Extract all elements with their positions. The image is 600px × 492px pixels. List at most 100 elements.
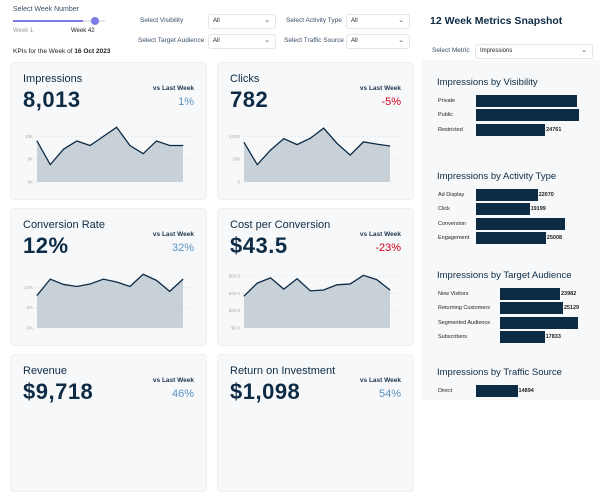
y-tick-label: $60.0 (229, 274, 241, 279)
kpi-vs-label: vs Last Week (359, 377, 401, 384)
kpi-week-text: KPIs for the Week of 16 Oct 2023 (13, 48, 111, 55)
snapshot-panel: Impressions by Visibility Private Public Re… (422, 60, 600, 400)
week-slider-label: Select Week Number (13, 6, 80, 13)
data-point (349, 154, 351, 156)
kpi-value: $9,718 (23, 379, 94, 404)
data-point (336, 284, 338, 286)
bar-label: Private (438, 98, 456, 104)
data-point (156, 279, 157, 281)
bar (476, 189, 538, 201)
data-point (389, 145, 391, 147)
bar (476, 217, 566, 230)
week-slider[interactable] (13, 17, 105, 25)
bar (476, 123, 546, 136)
bar-label: New Visitors (438, 291, 469, 297)
bar (500, 316, 578, 329)
data-point (63, 148, 64, 150)
kpi-value: $1,098 (230, 379, 301, 404)
y-tick-label: $40.0 (229, 291, 241, 296)
chevron-down-icon: ⌄ (264, 37, 270, 44)
data-point (76, 140, 78, 142)
bar-value: 19199 (530, 206, 546, 213)
data-point (256, 164, 258, 166)
week-slider-handle[interactable] (91, 17, 99, 25)
data-point (116, 281, 118, 283)
kpi-title: Revenue (23, 365, 68, 377)
bar (476, 203, 530, 216)
chevron-down-icon: ⌄ (264, 17, 270, 24)
snapshot-title: 12 Week Metrics Snapshot (430, 15, 563, 27)
data-point (296, 144, 298, 146)
data-point (296, 278, 298, 280)
kpi-value: 8,013 (23, 87, 81, 112)
bar-label: Segmented Audience (438, 319, 491, 326)
data-point (129, 145, 131, 146)
data-point (102, 136, 104, 137)
y-tick-label: 5% (26, 305, 33, 310)
y-tick-label: $20.0 (229, 308, 241, 313)
filter-select[interactable]: All ⌄ (346, 14, 410, 29)
kpi-change: -23% (375, 242, 401, 254)
bar-label: Public (438, 112, 453, 119)
data-point (76, 286, 78, 287)
y-tick-label: 500 (232, 157, 240, 162)
filter-label: Select Target Audience (138, 37, 205, 44)
data-point (49, 278, 51, 280)
kpi-title: Impressions (23, 73, 83, 85)
kpi-sparkline: $60.0 $40.0 $20.0 $0.0 (229, 274, 402, 331)
data-point (270, 149, 271, 151)
filter-select[interactable]: All ⌄ (208, 34, 276, 49)
filter-select[interactable]: All ⌄ (208, 14, 276, 29)
kpi-card: Clicks 782 vs Last Week -5% 1,000 500 0 (217, 62, 414, 200)
y-tick-label: 10% (24, 285, 33, 290)
metric-select-label: Select Metric (432, 47, 470, 54)
bar (500, 302, 563, 315)
snapshot-section-title: Impressions by Target Audience (437, 270, 572, 281)
data-point (169, 145, 171, 146)
kpi-vs-label: vs Last Week (359, 85, 401, 92)
data-point (243, 141, 245, 143)
data-point (89, 283, 91, 285)
kpi-sparkline: 1,000 500 0 (229, 127, 402, 185)
snapshot-section-title: Impressions by Activity Type (437, 171, 557, 182)
kpi-date: 16 Oct 2023 (74, 48, 111, 55)
data-point (142, 153, 144, 155)
kpi-card: Conversion Rate 12% vs Last Week 32% 10% 5… (10, 208, 207, 346)
chevron-down-icon: ⌄ (398, 37, 404, 44)
y-tick-label: 1,000 (229, 134, 241, 139)
bar-value: 14894 (518, 388, 534, 394)
metric-select[interactable]: Impressions ⌄ (475, 44, 593, 59)
data-point (283, 138, 285, 140)
data-point (336, 142, 338, 144)
kpi-sparkline: 10% 5% 0% (24, 273, 195, 331)
data-point (156, 140, 157, 142)
y-tick-label: 0% (26, 326, 33, 331)
data-point (363, 274, 364, 276)
kpi-change: -5% (381, 96, 401, 108)
kpi-change: 32% (171, 242, 194, 254)
chevron-down-icon: ⌄ (581, 47, 587, 54)
kpi-vs-label: vs Last Week (152, 85, 194, 92)
data-point (256, 282, 258, 284)
kpi-value: 782 (230, 87, 269, 112)
data-point (349, 283, 351, 285)
data-point (129, 286, 131, 287)
data-point (36, 295, 38, 296)
bar-label: Direct (438, 388, 453, 394)
data-point (49, 164, 51, 166)
filter-label: Select Activity Type (286, 17, 342, 24)
week-selected-label: Week 42 (71, 28, 95, 34)
bar-label: Ad Display (438, 192, 465, 198)
y-tick-label: 0K (27, 180, 33, 185)
snapshot-section-title: Impressions by Visibility (437, 77, 538, 88)
kpi-change: 1% (178, 96, 194, 108)
bar (476, 95, 577, 107)
filter-select[interactable]: All ⌄ (346, 34, 410, 49)
y-tick-label: $0.0 (231, 326, 240, 331)
bar-value: 25129 (563, 305, 580, 312)
bar-label: Restricted (438, 126, 463, 133)
data-point (270, 277, 271, 279)
data-point (376, 143, 378, 145)
kpi-card: Cost per Conversion $43.5 vs Last Week -… (217, 208, 414, 346)
data-point (116, 126, 118, 128)
